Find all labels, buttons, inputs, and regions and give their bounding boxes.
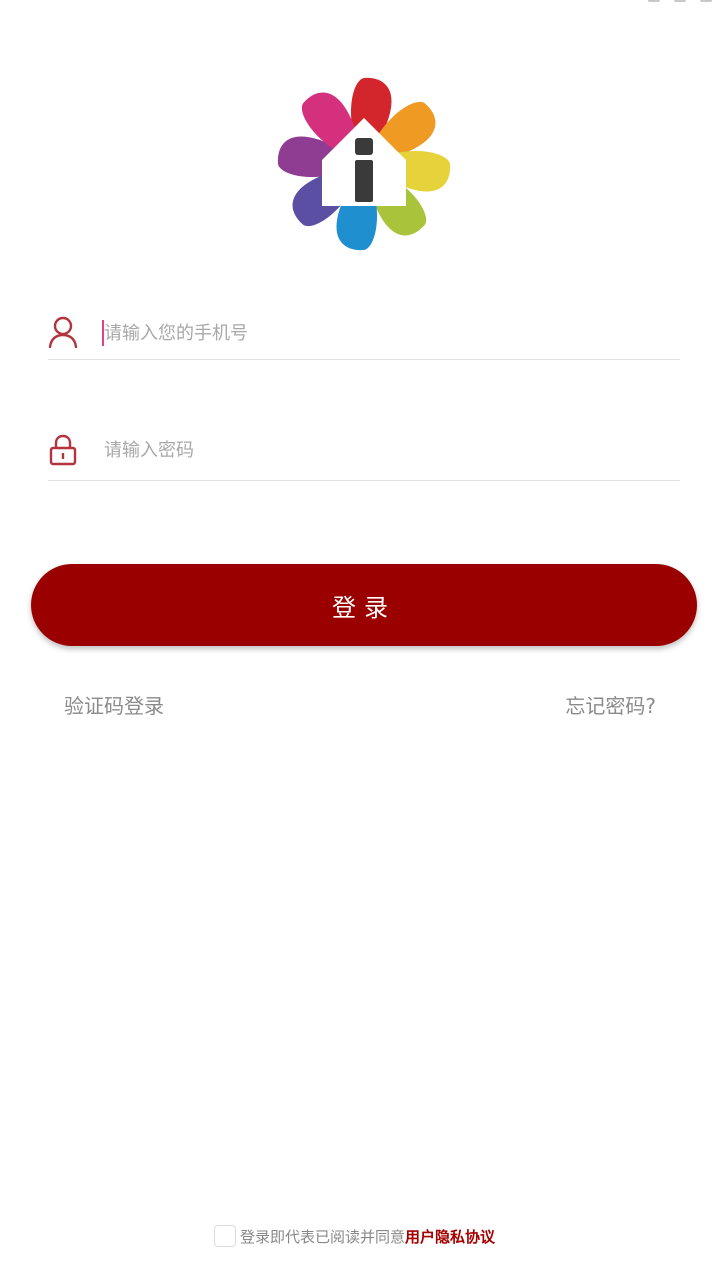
password-field [48,420,680,481]
info-dot [355,138,373,155]
privacy-policy-link[interactable]: 用户隐私协议 [405,1226,495,1247]
status-icons [648,0,712,4]
text-cursor [102,320,104,346]
phone-field [48,300,680,366]
signal-icon [648,0,660,2]
phone-input[interactable] [104,300,674,366]
agreement-row: 登录即代表已阅读并同意 用户隐私协议 [214,1224,495,1248]
lock-icon [49,434,77,466]
login-button[interactable]: 登录 [31,564,697,646]
status-bar [0,0,720,8]
password-input[interactable] [104,420,674,480]
agree-checkbox[interactable] [214,1225,236,1247]
app-logo [277,77,451,251]
battery-icon [700,0,712,2]
agreement-text: 登录即代表已阅读并同意 [240,1227,406,1246]
info-stem [355,160,373,202]
sms-login-link[interactable]: 验证码登录 [64,690,164,719]
forgot-password-link[interactable]: 忘记密码? [565,690,656,719]
user-icon [48,316,78,348]
wifi-icon [674,0,686,2]
